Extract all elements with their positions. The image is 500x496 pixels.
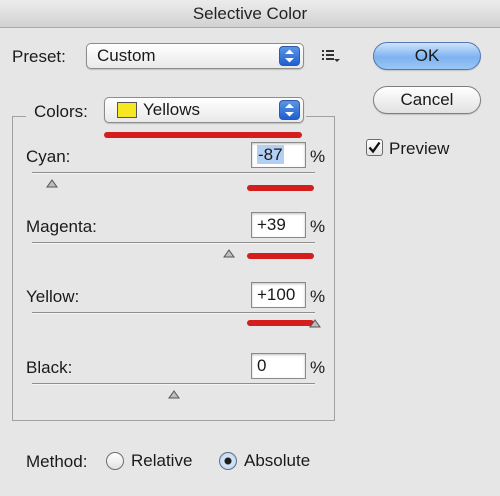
black-slider-thumb[interactable] bbox=[168, 387, 180, 399]
preview-label: Preview bbox=[389, 139, 450, 158]
magenta-label: Magenta: bbox=[26, 217, 97, 236]
yellow-field[interactable]: +100 bbox=[251, 282, 306, 308]
method-label: Method: bbox=[26, 452, 88, 471]
red-annotation-line bbox=[247, 320, 314, 326]
red-annotation-line bbox=[247, 185, 314, 191]
colors-label: Colors: bbox=[34, 102, 88, 121]
list-menu-icon[interactable] bbox=[322, 49, 340, 68]
relative-label: Relative bbox=[131, 451, 193, 470]
cyan-value: -87 bbox=[257, 145, 284, 164]
red-annotation-line bbox=[247, 253, 314, 259]
magenta-slider-thumb[interactable] bbox=[223, 246, 235, 258]
yellow-swatch-icon bbox=[117, 102, 137, 118]
yellow-slider-track[interactable] bbox=[32, 312, 315, 314]
cyan-slider-track[interactable] bbox=[32, 172, 315, 174]
preset-dropdown[interactable]: Custom bbox=[86, 43, 304, 69]
preset-label: Preset: bbox=[12, 47, 66, 66]
cyan-label: Cyan: bbox=[26, 147, 71, 166]
yellow-label: Yellow: bbox=[26, 287, 80, 306]
yellow-slider-thumb[interactable] bbox=[309, 316, 321, 328]
red-annotation-line bbox=[104, 132, 302, 138]
magenta-slider-track[interactable] bbox=[32, 242, 315, 244]
cancel-button[interactable]: Cancel bbox=[373, 86, 481, 114]
preview-checkbox[interactable] bbox=[366, 139, 383, 156]
ok-button[interactable]: OK bbox=[373, 42, 481, 70]
black-slider-track[interactable] bbox=[32, 383, 315, 385]
absolute-radio[interactable] bbox=[219, 452, 237, 470]
relative-radio[interactable] bbox=[106, 452, 124, 470]
magenta-percent: % bbox=[310, 217, 326, 236]
black-field[interactable]: 0 bbox=[251, 353, 306, 379]
cyan-percent: % bbox=[310, 147, 326, 166]
absolute-label: Absolute bbox=[244, 451, 311, 470]
window-title: Selective Color bbox=[0, 0, 500, 28]
cyan-slider-thumb[interactable] bbox=[46, 176, 58, 188]
up-down-arrows-icon bbox=[279, 100, 300, 120]
magenta-field[interactable]: +39 bbox=[251, 212, 306, 238]
preset-value: Custom bbox=[97, 46, 156, 65]
black-percent: % bbox=[310, 358, 326, 377]
cyan-field[interactable]: -87 bbox=[251, 142, 306, 168]
up-down-arrows-icon bbox=[279, 46, 300, 66]
colors-value: Yellows bbox=[143, 100, 201, 119]
yellow-percent: % bbox=[310, 287, 326, 306]
black-label: Black: bbox=[26, 358, 73, 377]
checkmark-icon bbox=[368, 141, 381, 154]
colors-dropdown[interactable]: Yellows bbox=[104, 97, 304, 123]
